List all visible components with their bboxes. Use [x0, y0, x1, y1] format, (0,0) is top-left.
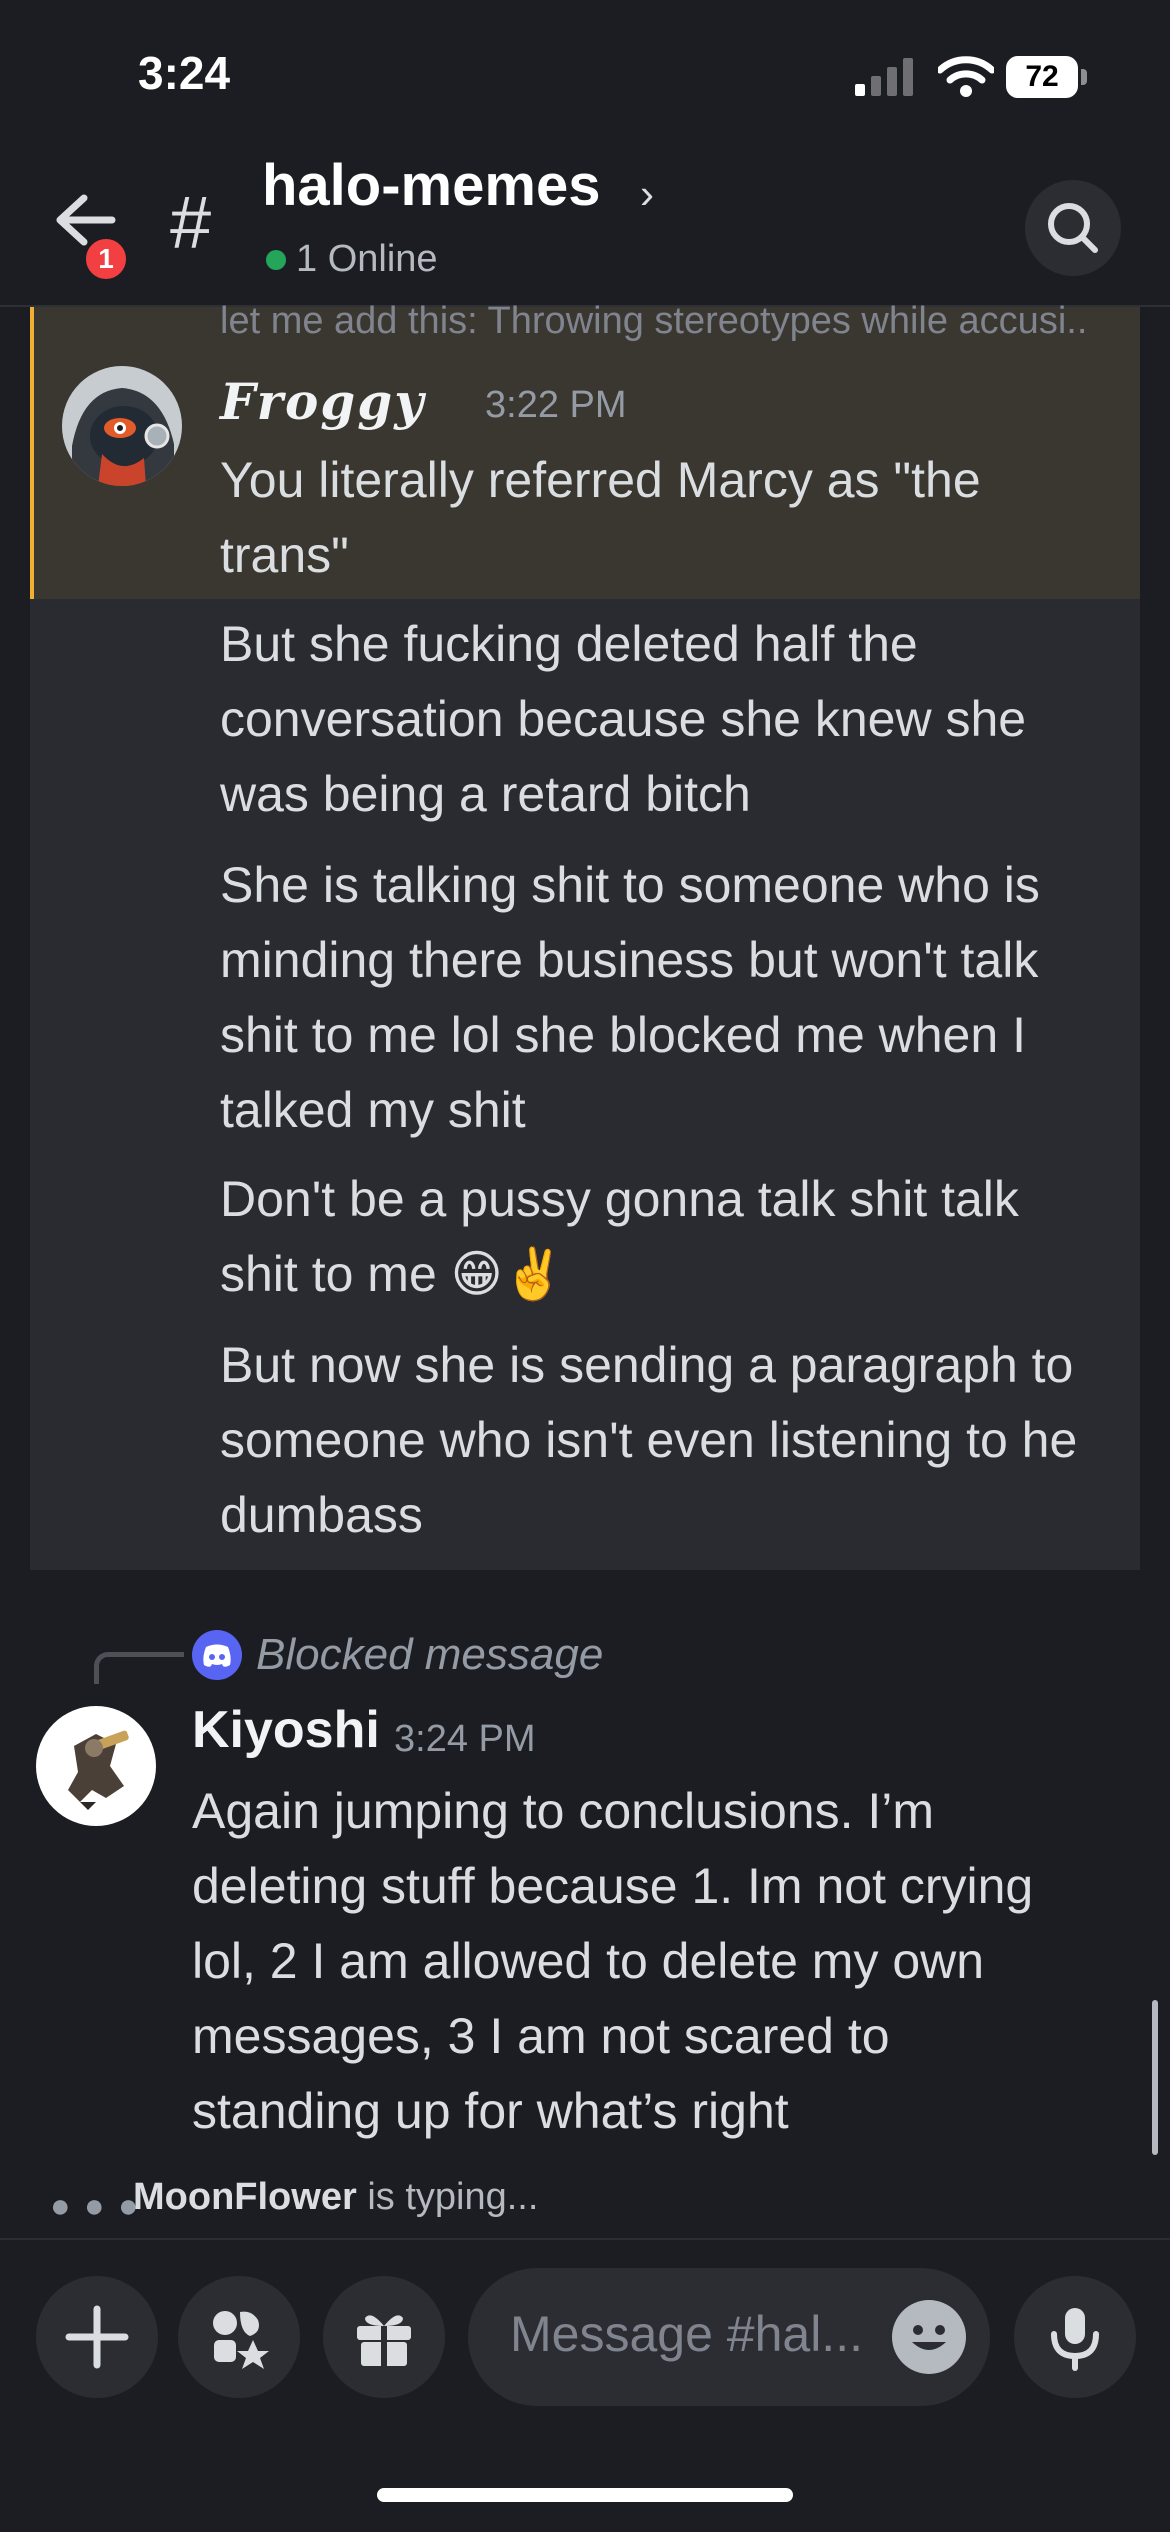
- message-line: was being a retard bitch: [220, 766, 751, 822]
- voice-button[interactable]: [1014, 2276, 1136, 2398]
- typing-dots-icon: ● ● ●: [50, 2187, 141, 2225]
- add-button[interactable]: [36, 2276, 158, 2398]
- reply-preview[interactable]: let me add this: Throwing stereotypes wh…: [220, 300, 1140, 343]
- message-text: Don't be a pussy gonna talk shit talk sh…: [220, 1162, 1155, 1312]
- typing-user: MoonFlower: [133, 2176, 357, 2218]
- apps-icon: [213, 2311, 269, 2369]
- message-text: She is talking shit to someone who is mi…: [220, 848, 1155, 1148]
- message-timestamp: 3:24 PM: [394, 1718, 536, 1760]
- channel-title[interactable]: halo-memes: [262, 152, 600, 219]
- message-line: You literally referred Marcy as "the: [220, 452, 981, 508]
- message-line: deleting stuff because 1. Im not crying: [192, 1858, 1034, 1914]
- message-text: But now she is sending a paragraph to so…: [220, 1328, 1155, 1553]
- search-button[interactable]: [1025, 180, 1121, 276]
- apps-button[interactable]: [178, 2276, 300, 2398]
- online-count: 1 Online: [296, 238, 438, 280]
- message-line: But she fucking deleted half the: [220, 616, 918, 672]
- home-indicator[interactable]: [377, 2488, 793, 2502]
- avatar-froggy[interactable]: [62, 366, 182, 486]
- typing-label: is typing...: [356, 2176, 539, 2218]
- message-line: messages, 3 I am not scared to: [192, 2008, 890, 2064]
- message-text: You literally referred Marcy as "the tra…: [220, 443, 1140, 593]
- battery-level: 72: [1025, 60, 1059, 93]
- emoji-button[interactable]: [892, 2300, 966, 2374]
- wifi-icon: [938, 56, 994, 97]
- emoji-icon: [912, 2325, 946, 2350]
- message-line: dumbass: [220, 1487, 423, 1543]
- microphone-icon: [1051, 2308, 1099, 2371]
- message-line: minding there business but won't talk: [220, 932, 1039, 988]
- hash-icon: #: [170, 181, 212, 264]
- unread-badge: 1: [82, 235, 130, 283]
- status-time: 3:24: [138, 47, 231, 99]
- message-line: standing up for what’s right: [192, 2083, 789, 2139]
- froggy-avatar-image: [62, 366, 182, 486]
- reply-connector: [94, 1652, 184, 1684]
- message-line: Don't be a pussy gonna talk shit talk: [220, 1171, 1019, 1227]
- battery-cap: [1081, 69, 1087, 85]
- message-line: But now she is sending a paragraph to: [220, 1337, 1074, 1393]
- battery-indicator: 72: [1006, 56, 1088, 98]
- message-line: lol, 2 I am allowed to delete my own: [192, 1933, 985, 1989]
- gift-icon: [357, 2315, 411, 2366]
- message-input-placeholder: Message #hal...: [510, 2306, 863, 2362]
- blocked-message-label[interactable]: Blocked message: [256, 1630, 603, 1680]
- message-line: Again jumping to conclusions. I’m: [192, 1783, 935, 1839]
- mention-highlight-bar: [30, 307, 34, 599]
- search-icon: [1048, 203, 1098, 253]
- message-text: Again jumping to conclusions. I’m deleti…: [192, 1774, 1142, 2149]
- message-line: someone who isn't even listening to he: [220, 1412, 1078, 1468]
- message-line: talked my shit: [220, 1082, 526, 1138]
- kiyoshi-avatar-image: [36, 1706, 156, 1826]
- message-timestamp: 3:22 PM: [485, 384, 627, 426]
- composer-divider: [0, 2238, 1170, 2240]
- plus-icon: [65, 2305, 129, 2369]
- message-text: But she fucking deleted half the convers…: [220, 607, 1155, 832]
- author-name[interactable]: Kiyoshi: [192, 1700, 380, 1760]
- message-line: She is talking shit to someone who is: [220, 857, 1040, 913]
- gift-button[interactable]: [323, 2276, 445, 2398]
- avatar-kiyoshi[interactable]: [36, 1706, 156, 1826]
- message-line: shit to me 😁✌️: [220, 1246, 566, 1302]
- message-line: trans": [220, 527, 349, 583]
- scrollbar[interactable]: [1152, 2000, 1158, 2155]
- chevron-right-icon[interactable]: ›: [640, 170, 654, 218]
- message-line: shit to me lol she blocked me when I: [220, 1007, 1026, 1063]
- typing-indicator: MoonFlower is typing...: [133, 2176, 538, 2219]
- online-status-dot: [266, 250, 286, 270]
- discord-logo-icon: [192, 1630, 242, 1680]
- author-name[interactable]: Froggy: [220, 372, 425, 431]
- message-line: conversation because she knew she: [220, 691, 1027, 747]
- signal-icon: [855, 58, 913, 96]
